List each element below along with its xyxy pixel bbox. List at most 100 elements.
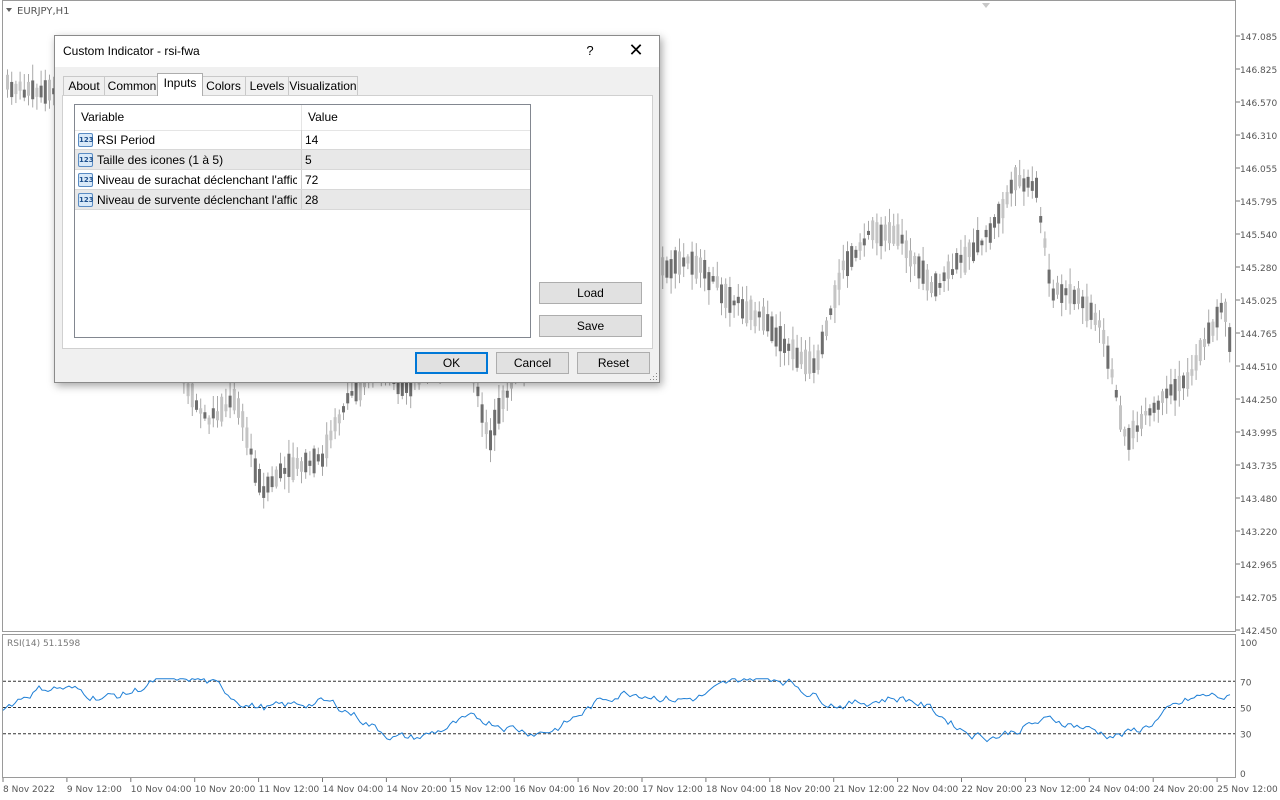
candle-body — [921, 260, 925, 284]
candle-body — [224, 404, 228, 412]
price-tick-label: 142.705 — [1240, 594, 1277, 604]
candle-body — [976, 229, 980, 253]
cancel-button[interactable]: Cancel — [496, 352, 569, 374]
candle-body — [913, 255, 917, 265]
price-tick-label: 144.765 — [1240, 330, 1277, 340]
candle-body — [228, 395, 232, 408]
candle-body — [1228, 327, 1232, 352]
load-button[interactable]: Load — [539, 282, 642, 304]
time-tick-label: 17 Nov 12:00 — [642, 785, 703, 795]
time-tick-label: 14 Nov 04:00 — [323, 785, 384, 795]
candle-body — [1211, 321, 1215, 336]
candle-body — [682, 257, 686, 267]
candle-body — [1043, 238, 1047, 248]
tab-levels[interactable]: Levels — [245, 76, 289, 95]
resize-grip-icon[interactable] — [650, 373, 658, 381]
candle-body — [967, 242, 971, 258]
price-tick-label: 146.825 — [1240, 66, 1277, 76]
candle-body — [190, 383, 194, 408]
candle-body — [199, 408, 203, 414]
candle-body — [1060, 284, 1064, 303]
table-row[interactable]: 123 Niveau de surachat déclenchant l'aff… — [75, 170, 530, 190]
table-row[interactable]: 123 Niveau de survente déclenchant l'aff… — [75, 190, 530, 210]
time-tick-label: 16 Nov 20:00 — [578, 785, 639, 795]
integer-type-icon: 123 — [78, 173, 94, 187]
candle-body — [900, 234, 904, 244]
inputs-grid[interactable]: Variable Value 123 RSI Period 14 123 Tai… — [74, 104, 531, 338]
candle-body — [1194, 355, 1198, 371]
candle-body — [1177, 375, 1181, 392]
variable-name: Niveau de survente déclenchant l'affich.… — [97, 193, 297, 207]
candle-body — [245, 427, 249, 448]
candle-body — [804, 349, 807, 375]
candle-body — [1081, 296, 1085, 309]
candle-body — [1014, 167, 1017, 191]
candle-body — [736, 296, 740, 304]
grid-header: Variable Value — [75, 105, 530, 131]
variable-name: Niveau de surachat déclenchant l'affich.… — [97, 173, 297, 187]
price-tick-label: 142.450 — [1240, 627, 1277, 637]
candle-body — [216, 411, 219, 421]
tab-common[interactable]: Common — [104, 76, 160, 95]
variable-value[interactable]: 14 — [305, 130, 525, 150]
candle-body — [1203, 339, 1206, 347]
candle-body — [262, 486, 266, 498]
time-tick-label: 8 Nov 2022 — [3, 785, 55, 795]
table-row[interactable]: 123 RSI Period 14 — [75, 130, 530, 150]
variable-name: RSI Period — [97, 133, 156, 147]
tab-about[interactable]: About — [63, 76, 105, 95]
candle-body — [48, 79, 51, 101]
rsi-pane[interactable] — [2, 634, 1236, 778]
time-tick-label: 16 Nov 04:00 — [514, 785, 575, 795]
variable-value[interactable]: 28 — [305, 190, 525, 210]
candle-body — [732, 300, 736, 306]
candle-body — [493, 409, 497, 436]
tab-visualization[interactable]: Visualization — [288, 76, 358, 95]
column-header-variable[interactable]: Variable — [75, 105, 301, 130]
reset-button[interactable]: Reset — [577, 352, 650, 374]
candle-body — [930, 282, 933, 294]
candle-body — [661, 257, 665, 276]
variable-name: Taille des icones (1 à 5) — [97, 153, 224, 167]
time-tick-label: 14 Nov 20:00 — [386, 785, 447, 795]
candle-body — [195, 400, 198, 410]
time-tick-label: 21 Nov 12:00 — [834, 785, 895, 795]
candle-body — [270, 476, 274, 488]
tab-colors[interactable]: Colors — [201, 76, 246, 95]
candle-body — [909, 250, 912, 267]
candle-body — [1140, 413, 1143, 429]
candle-body — [1219, 302, 1223, 313]
ok-button[interactable]: OK — [415, 352, 488, 374]
candle-body — [728, 287, 732, 313]
table-row[interactable]: 123 Taille des icones (1 à 5) 5 — [75, 150, 530, 170]
help-button[interactable]: ? — [577, 38, 603, 64]
tab-inputs[interactable]: Inputs — [157, 73, 203, 96]
candle-body — [808, 351, 812, 374]
candle-body — [43, 80, 47, 104]
candle-body — [1022, 178, 1026, 192]
column-header-value[interactable]: Value — [302, 105, 530, 130]
rsi-scale-label: 100 — [1240, 639, 1257, 649]
candle-body — [291, 457, 295, 481]
price-axis: 147.085 146.825 146.570 146.310 146.055 145.7… — [1236, 33, 1277, 637]
variable-value[interactable]: 5 — [305, 150, 525, 170]
candle-body — [505, 390, 509, 398]
candle-body — [724, 283, 728, 308]
variable-value[interactable]: 72 — [305, 170, 525, 190]
candle-body — [22, 89, 26, 98]
candle-body — [300, 461, 303, 472]
candle-body — [1009, 179, 1013, 194]
candle-body — [6, 74, 9, 90]
candle-body — [1156, 400, 1160, 410]
candle-body — [241, 411, 245, 428]
candle-body — [1106, 345, 1110, 369]
price-tick-label: 146.055 — [1240, 165, 1277, 175]
save-button[interactable]: Save — [539, 315, 642, 337]
price-tick-label: 145.540 — [1240, 231, 1277, 241]
candle-body — [1072, 289, 1076, 305]
candle-body — [1110, 369, 1114, 378]
candle-body — [757, 311, 761, 318]
candle-body — [1207, 322, 1211, 344]
close-icon[interactable]: ✕ — [621, 38, 651, 64]
dialog-titlebar[interactable]: Custom Indicator - rsi-fwa ? ✕ — [55, 36, 659, 67]
